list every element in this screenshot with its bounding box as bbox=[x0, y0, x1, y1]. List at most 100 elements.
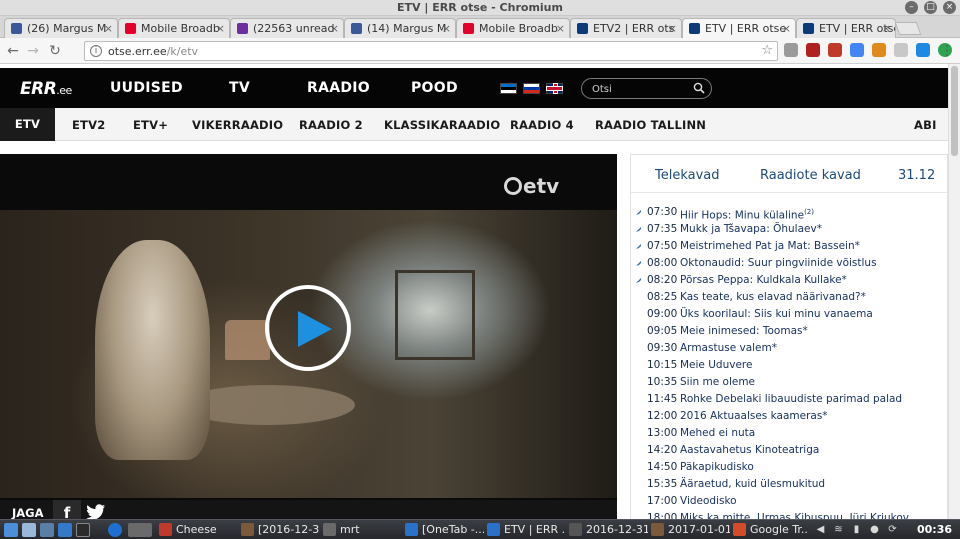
notifications-icon[interactable]: ● bbox=[868, 523, 881, 536]
schedule-item[interactable]: 08:20 Põrsas Peppa: Kuldkala Kullake* bbox=[631, 272, 947, 289]
channel-vikerraadio[interactable]: VIKERRAADIO bbox=[192, 118, 283, 132]
channel-raadio-2[interactable]: RAADIO 2 bbox=[299, 118, 363, 132]
schedule-title[interactable]: Meie Uduvere bbox=[680, 357, 752, 374]
browser-tab[interactable]: (22563 unread × bbox=[230, 18, 344, 38]
schedule-item[interactable]: 08:25 Kas teate, kus elavad näärivanad?* bbox=[631, 289, 947, 306]
taskbar-window-button[interactable]: mrt bbox=[322, 522, 402, 538]
reload-button[interactable]: ↻ bbox=[46, 42, 64, 60]
schedule-item[interactable]: 12:00 2016 Aktuaalses kaameras* bbox=[631, 408, 947, 425]
tab-close-icon[interactable]: × bbox=[668, 19, 677, 38]
extension-v-icon[interactable] bbox=[916, 43, 930, 57]
browser-tab[interactable]: Mobile Broadb × bbox=[456, 18, 570, 38]
nav-tv[interactable]: TV bbox=[229, 80, 250, 96]
tab-close-icon[interactable]: × bbox=[442, 19, 451, 38]
schedule-item[interactable]: 09:00 Üks koorilaul: Siis kui minu vanaem… bbox=[631, 306, 947, 323]
nav-pood[interactable]: POOD bbox=[411, 80, 458, 96]
twitter-share-icon[interactable] bbox=[86, 504, 106, 520]
watch-later-icon[interactable] bbox=[636, 209, 642, 215]
browser-tab[interactable]: (26) Margus M × bbox=[4, 18, 118, 38]
english-flag-icon[interactable] bbox=[546, 83, 563, 94]
schedule-date[interactable]: 31.12 bbox=[898, 168, 935, 183]
forward-button[interactable]: → bbox=[24, 42, 42, 60]
tab-telekavad[interactable]: Telekavad bbox=[655, 168, 720, 183]
scrollbar-thumb[interactable] bbox=[951, 66, 958, 156]
schedule-item[interactable]: 14:50 Päkapikudisko bbox=[631, 459, 947, 476]
schedule-title[interactable]: Videodisko bbox=[680, 493, 737, 510]
browser-tab[interactable]: ETV | ERR otse × bbox=[682, 18, 796, 38]
schedule-title[interactable]: Meie inimesed: Toomas* bbox=[680, 323, 808, 340]
schedule-title[interactable]: 2016 Aktuaalses kaameras* bbox=[680, 408, 828, 425]
taskbar-window-button[interactable]: 2016-12-31... bbox=[568, 522, 648, 538]
network-icon[interactable]: ≋ bbox=[832, 523, 845, 536]
schedule-title[interactable]: Kas teate, kus elavad näärivanad?* bbox=[680, 289, 866, 306]
taskbar-window-button[interactable]: Cheese bbox=[158, 522, 238, 538]
extension-3d-icon[interactable] bbox=[784, 43, 798, 57]
tab-raadiote-kavad[interactable]: Raadiote kavad bbox=[760, 168, 861, 183]
volume-icon[interactable]: ◀ bbox=[814, 523, 827, 536]
tab-close-icon[interactable]: × bbox=[330, 19, 339, 38]
schedule-title[interactable]: Aastavahetus Kinoteatriga bbox=[680, 442, 819, 459]
taskbar-window-button[interactable]: ETV | ERR ... bbox=[486, 522, 566, 538]
extension-note-icon[interactable] bbox=[872, 43, 886, 57]
extension-calendar-icon[interactable] bbox=[828, 43, 842, 57]
err-logo[interactable]: ERR.ee bbox=[20, 79, 72, 99]
page-info-icon[interactable]: i bbox=[90, 45, 102, 57]
schedule-item[interactable]: 09:30 Armastuse valem* bbox=[631, 340, 947, 357]
tab-close-icon[interactable]: × bbox=[782, 19, 791, 38]
site-search-input[interactable] bbox=[592, 82, 684, 96]
schedule-title[interactable]: Siin me oleme bbox=[680, 374, 755, 391]
new-tab-button[interactable] bbox=[894, 22, 922, 35]
file-manager-icon[interactable] bbox=[40, 523, 54, 537]
taskbar-window-button[interactable]: [OneTab -... bbox=[404, 522, 484, 538]
menu-icon[interactable] bbox=[4, 523, 18, 537]
schedule-title[interactable]: Rohke Debelaki libauudiste parimad palad bbox=[680, 391, 902, 408]
nav-raadio[interactable]: RAADIO bbox=[307, 80, 370, 96]
channel-raadio-4[interactable]: RAADIO 4 bbox=[510, 118, 574, 132]
channel-raadio-tallinn[interactable]: RAADIO TALLINN bbox=[595, 118, 706, 132]
schedule-item[interactable]: 13:00 Mehed ei nuta bbox=[631, 425, 947, 442]
watch-later-icon[interactable] bbox=[636, 260, 642, 266]
help-link[interactable]: ABI bbox=[914, 118, 937, 132]
schedule-item[interactable]: 07:35 Mukk ja Tšavapa: Õhulaev* bbox=[631, 221, 947, 238]
schedule-item[interactable]: 17:00 Videodisko bbox=[631, 493, 947, 510]
channel-etv-plus[interactable]: ETV+ bbox=[133, 118, 168, 132]
schedule-title[interactable]: Üks koorilaul: Siis kui minu vanaema bbox=[680, 306, 873, 323]
schedule-item[interactable]: 09:05 Meie inimesed: Toomas* bbox=[631, 323, 947, 340]
update-icon[interactable]: ⟳ bbox=[886, 523, 899, 536]
url-text[interactable]: otse.err.ee/k/etv bbox=[108, 45, 198, 58]
maximize-button[interactable]: □ bbox=[924, 1, 937, 14]
schedule-title[interactable]: Oktonaudid: Suur pingviinide võistlus bbox=[680, 255, 877, 272]
close-window-button[interactable]: × bbox=[943, 1, 956, 14]
schedule-item[interactable]: 10:15 Meie Uduvere bbox=[631, 357, 947, 374]
extension-blank-icon[interactable] bbox=[894, 43, 908, 57]
tab-close-icon[interactable]: × bbox=[104, 19, 113, 38]
show-desktop-icon[interactable] bbox=[22, 523, 36, 537]
channel-klassikaraadio[interactable]: KLASSIKARAADIO bbox=[384, 118, 500, 132]
tab-close-icon[interactable]: × bbox=[216, 19, 225, 38]
minimize-button[interactable]: – bbox=[905, 1, 918, 14]
video-player[interactable]: etv JAGA f bbox=[0, 154, 617, 524]
nav-uudised[interactable]: UUDISED bbox=[110, 80, 183, 96]
search-icon[interactable] bbox=[693, 82, 705, 94]
schedule-title[interactable]: Päkapikudisko bbox=[680, 459, 754, 476]
estonian-flag-icon[interactable] bbox=[500, 83, 517, 94]
schedule-title[interactable]: Mehed ei nuta bbox=[680, 425, 755, 442]
extension-google-icon[interactable] bbox=[850, 43, 864, 57]
chromium-launcher-icon[interactable] bbox=[108, 523, 122, 537]
extension-shield-icon[interactable] bbox=[806, 43, 820, 57]
schedule-title[interactable]: Põrsas Peppa: Kuldkala Kullake* bbox=[680, 272, 847, 289]
schedule-item[interactable]: 07:30 Hiir Hops: Minu külaline(2) bbox=[631, 204, 947, 222]
browser-tab[interactable]: ETV | ERR otse × bbox=[796, 18, 896, 38]
clock[interactable]: 00:36 bbox=[917, 523, 952, 536]
bookmark-star-icon[interactable]: ☆ bbox=[761, 43, 773, 58]
browser-tab[interactable]: ETV2 | ERR ots × bbox=[570, 18, 682, 38]
schedule-title[interactable]: Armastuse valem* bbox=[680, 340, 777, 357]
watch-later-icon[interactable] bbox=[636, 277, 642, 283]
browser-tab[interactable]: Mobile Broadb × bbox=[118, 18, 230, 38]
schedule-item[interactable]: 11:45 Rohke Debelaki libauudiste parimad … bbox=[631, 391, 947, 408]
schedule-item[interactable]: 15:35 Ääraetud, kuid ülesmukitud bbox=[631, 476, 947, 493]
browser-tab[interactable]: (14) Margus M × bbox=[344, 18, 456, 38]
taskbar-window-button[interactable]: 2017-01-01... bbox=[650, 522, 730, 538]
tab-close-icon[interactable]: × bbox=[556, 19, 565, 38]
channel-etv[interactable]: ETV bbox=[0, 108, 55, 141]
